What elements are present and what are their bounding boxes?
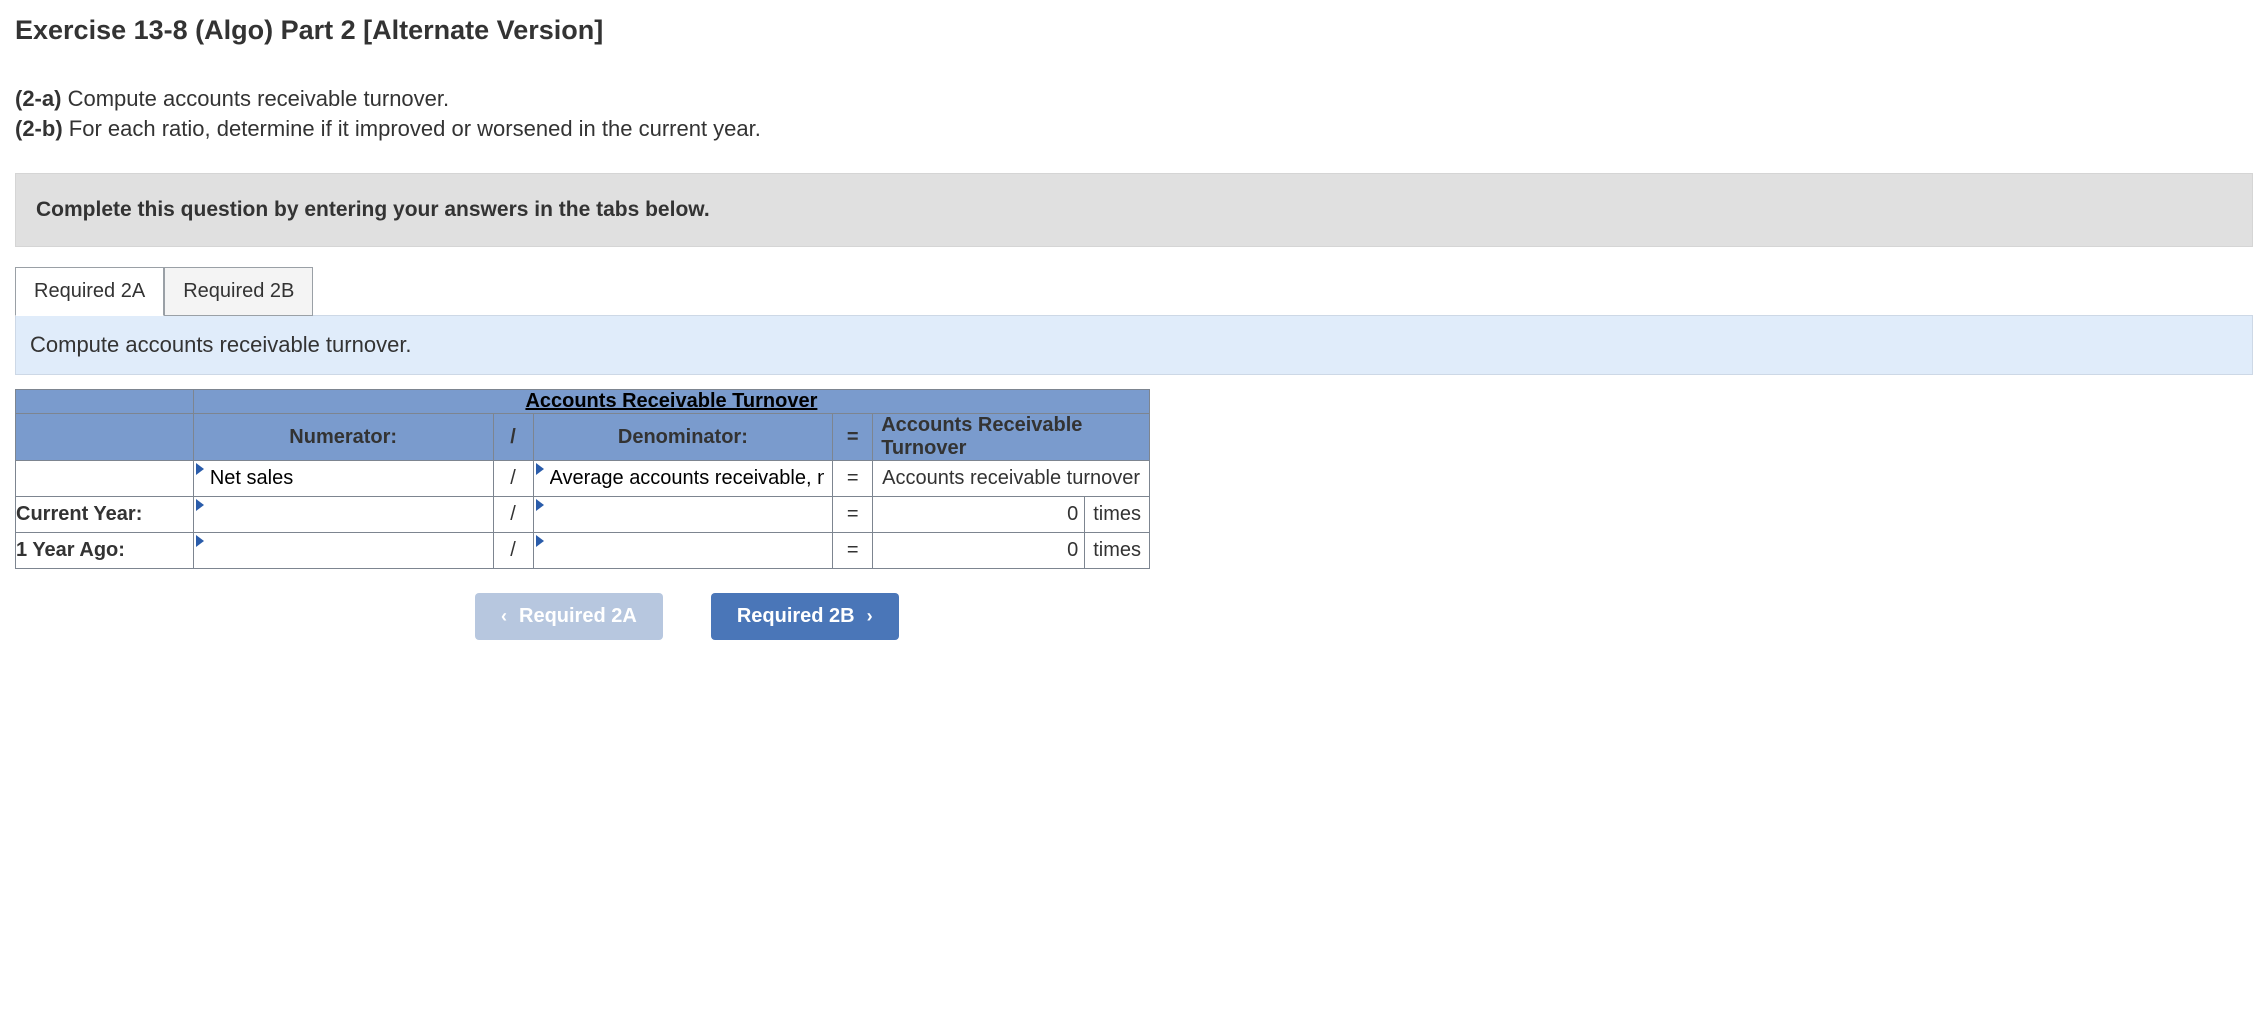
prior-result-unit: times	[1084, 533, 1149, 568]
current-result: 0 times	[873, 497, 1150, 533]
prompt-2b-text: For each ratio, determine if it improved…	[69, 116, 761, 141]
row-label-prior: 1 Year Ago:	[16, 533, 194, 569]
table-row: Current Year: / = 0 times	[16, 497, 1150, 533]
turnover-table: Accounts Receivable Turnover Numerator: …	[15, 389, 1150, 569]
tab-required-2b[interactable]: Required 2B	[164, 267, 313, 316]
formula-numerator-cell[interactable]	[193, 461, 493, 497]
prior-numerator-input[interactable]	[194, 533, 493, 568]
dropdown-marker-icon	[536, 499, 544, 511]
next-button[interactable]: Required 2B ›	[711, 593, 899, 640]
nav-buttons: ‹ Required 2A Required 2B ›	[475, 593, 2253, 640]
formula-numerator-input[interactable]	[194, 461, 493, 496]
table-title: Accounts Receivable Turnover	[193, 390, 1149, 414]
dropdown-marker-icon	[196, 535, 204, 547]
current-result-unit: times	[1084, 497, 1149, 532]
prior-numerator-cell[interactable]	[193, 533, 493, 569]
formula-row: / = Accounts receivable turnover	[16, 461, 1150, 497]
op-slash: /	[493, 461, 533, 497]
current-numerator-input[interactable]	[194, 497, 493, 532]
dropdown-marker-icon	[196, 463, 204, 475]
current-numerator-cell[interactable]	[193, 497, 493, 533]
prior-denominator-cell[interactable]	[533, 533, 833, 569]
formula-denominator-cell[interactable]	[533, 461, 833, 497]
prompt-2a-text: Compute accounts receivable turnover.	[68, 86, 450, 111]
next-button-label: Required 2B	[737, 605, 855, 628]
prev-button[interactable]: ‹ Required 2A	[475, 593, 663, 640]
op-slash: /	[493, 533, 533, 569]
header-blank	[16, 414, 194, 461]
op-equals: =	[833, 533, 873, 569]
chevron-left-icon: ‹	[501, 606, 507, 627]
header-result: Accounts Receivable Turnover	[873, 414, 1150, 461]
tab-required-2a[interactable]: Required 2A	[15, 267, 164, 316]
page-title: Exercise 13-8 (Algo) Part 2 [Alternate V…	[15, 15, 2253, 46]
header-equals: =	[833, 414, 873, 461]
header-denominator: Denominator:	[533, 414, 833, 461]
current-denominator-input[interactable]	[534, 497, 833, 532]
instruction-bar: Complete this question by entering your …	[15, 173, 2253, 247]
tabs: Required 2A Required 2B	[15, 267, 2253, 316]
prompt-2b: (2-b) For each ratio, determine if it im…	[15, 114, 2253, 144]
chevron-right-icon: ›	[867, 606, 873, 627]
prior-result: 0 times	[873, 533, 1150, 569]
current-denominator-cell[interactable]	[533, 497, 833, 533]
header-numerator: Numerator:	[193, 414, 493, 461]
header-slash: /	[493, 414, 533, 461]
dropdown-marker-icon	[536, 463, 544, 475]
row-label-current: Current Year:	[16, 497, 194, 533]
op-slash: /	[493, 497, 533, 533]
dropdown-marker-icon	[536, 535, 544, 547]
tab-description: Compute accounts receivable turnover.	[15, 315, 2253, 375]
dropdown-marker-icon	[196, 499, 204, 511]
op-equals: =	[833, 461, 873, 497]
prior-result-value: 0	[873, 533, 1084, 568]
current-result-value: 0	[873, 497, 1084, 532]
op-equals: =	[833, 497, 873, 533]
prompt-2a-label: (2-a)	[15, 86, 61, 111]
prev-button-label: Required 2A	[519, 605, 637, 628]
formula-result: Accounts receivable turnover	[873, 461, 1150, 497]
prompt-2a: (2-a) Compute accounts receivable turnov…	[15, 84, 2253, 114]
prior-denominator-input[interactable]	[534, 533, 833, 568]
table-row: 1 Year Ago: / = 0 times	[16, 533, 1150, 569]
formula-denominator-input[interactable]	[534, 461, 833, 496]
prompt-2b-label: (2-b)	[15, 116, 63, 141]
